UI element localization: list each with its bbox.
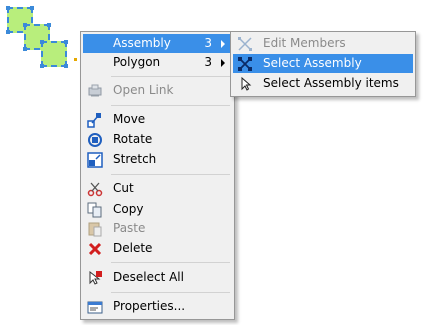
menu-item-label: Properties... [113, 299, 186, 313]
cursor-anchor [74, 58, 77, 61]
edit-members-icon [236, 35, 254, 53]
submenu-arrow-icon [221, 40, 225, 48]
menu-item-count: 3 [204, 36, 212, 50]
delete-x-icon [86, 240, 104, 258]
grip-handle[interactable] [23, 23, 27, 27]
menu-item-label: Open Link [113, 83, 174, 97]
properties-icon [86, 298, 104, 316]
menu-item-label: Copy [113, 202, 144, 216]
menu-separator [111, 292, 230, 293]
menu-item-label: Delete [113, 241, 153, 255]
menu-item-label: Select Assembly [263, 56, 362, 70]
grip-handle[interactable] [6, 6, 10, 10]
grip-handle[interactable] [64, 40, 68, 44]
grip-handle[interactable] [47, 23, 51, 27]
move-icon [86, 111, 104, 129]
menu-item-label: Select Assembly items [263, 76, 399, 90]
menu-separator [111, 174, 230, 175]
submenu-item-edit-members[interactable]: Edit Members [233, 34, 413, 53]
grip-handle[interactable] [40, 40, 44, 44]
menu-item-copy[interactable]: Copy [83, 200, 232, 219]
menu-item-label: Edit Members [263, 36, 346, 50]
menu-item-cut[interactable]: Cut [83, 179, 232, 198]
menu-item-label: Deselect All [113, 270, 184, 284]
assembly-submenu: Edit Members Select Assembly Select Asse… [230, 31, 416, 97]
scissors-icon [86, 180, 104, 198]
grip-handle[interactable] [40, 64, 44, 68]
menu-item-stretch[interactable]: Stretch [83, 150, 232, 169]
menu-item-label: Cut [113, 181, 134, 195]
paste-icon [86, 220, 104, 238]
context-menu: Assembly 3 Polygon 3 Open Link Move Rota… [80, 31, 235, 320]
menu-item-label: Assembly [113, 36, 171, 50]
open-link-icon [86, 82, 104, 100]
menu-item-label: Stretch [113, 152, 157, 166]
menu-item-deselect-all[interactable]: Deselect All [83, 268, 232, 287]
rotate-icon [86, 131, 104, 149]
menu-item-count: 3 [204, 55, 212, 69]
menu-item-properties[interactable]: Properties... [83, 297, 232, 316]
menu-item-label: Move [113, 112, 146, 126]
cursor-icon [236, 75, 254, 93]
menu-item-assembly[interactable]: Assembly 3 [83, 34, 232, 53]
deselect-icon [86, 269, 104, 287]
select-assembly-icon [236, 55, 254, 73]
submenu-item-select-assembly[interactable]: Select Assembly [233, 54, 413, 73]
menu-item-delete[interactable]: Delete [83, 239, 232, 258]
menu-item-label: Rotate [113, 132, 153, 146]
stretch-icon [86, 151, 104, 169]
menu-item-polygon[interactable]: Polygon 3 [83, 53, 232, 72]
menu-item-move[interactable]: Move [83, 110, 232, 129]
menu-separator [111, 105, 230, 106]
menu-item-open-link[interactable]: Open Link [83, 81, 232, 100]
menu-separator [111, 262, 230, 263]
grip-handle[interactable] [64, 64, 68, 68]
selected-shape-3[interactable] [40, 40, 68, 68]
menu-item-label: Paste [113, 221, 146, 235]
menu-item-label: Polygon [113, 55, 161, 69]
grip-handle[interactable] [30, 6, 34, 10]
grip-handle[interactable] [23, 47, 27, 51]
copy-icon [86, 201, 104, 219]
grip-handle[interactable] [6, 30, 10, 34]
submenu-arrow-icon [221, 59, 225, 67]
menu-item-rotate[interactable]: Rotate [83, 130, 232, 149]
menu-separator [111, 76, 230, 77]
submenu-item-select-assembly-items[interactable]: Select Assembly items [233, 74, 413, 93]
menu-item-paste[interactable]: Paste [83, 219, 232, 238]
